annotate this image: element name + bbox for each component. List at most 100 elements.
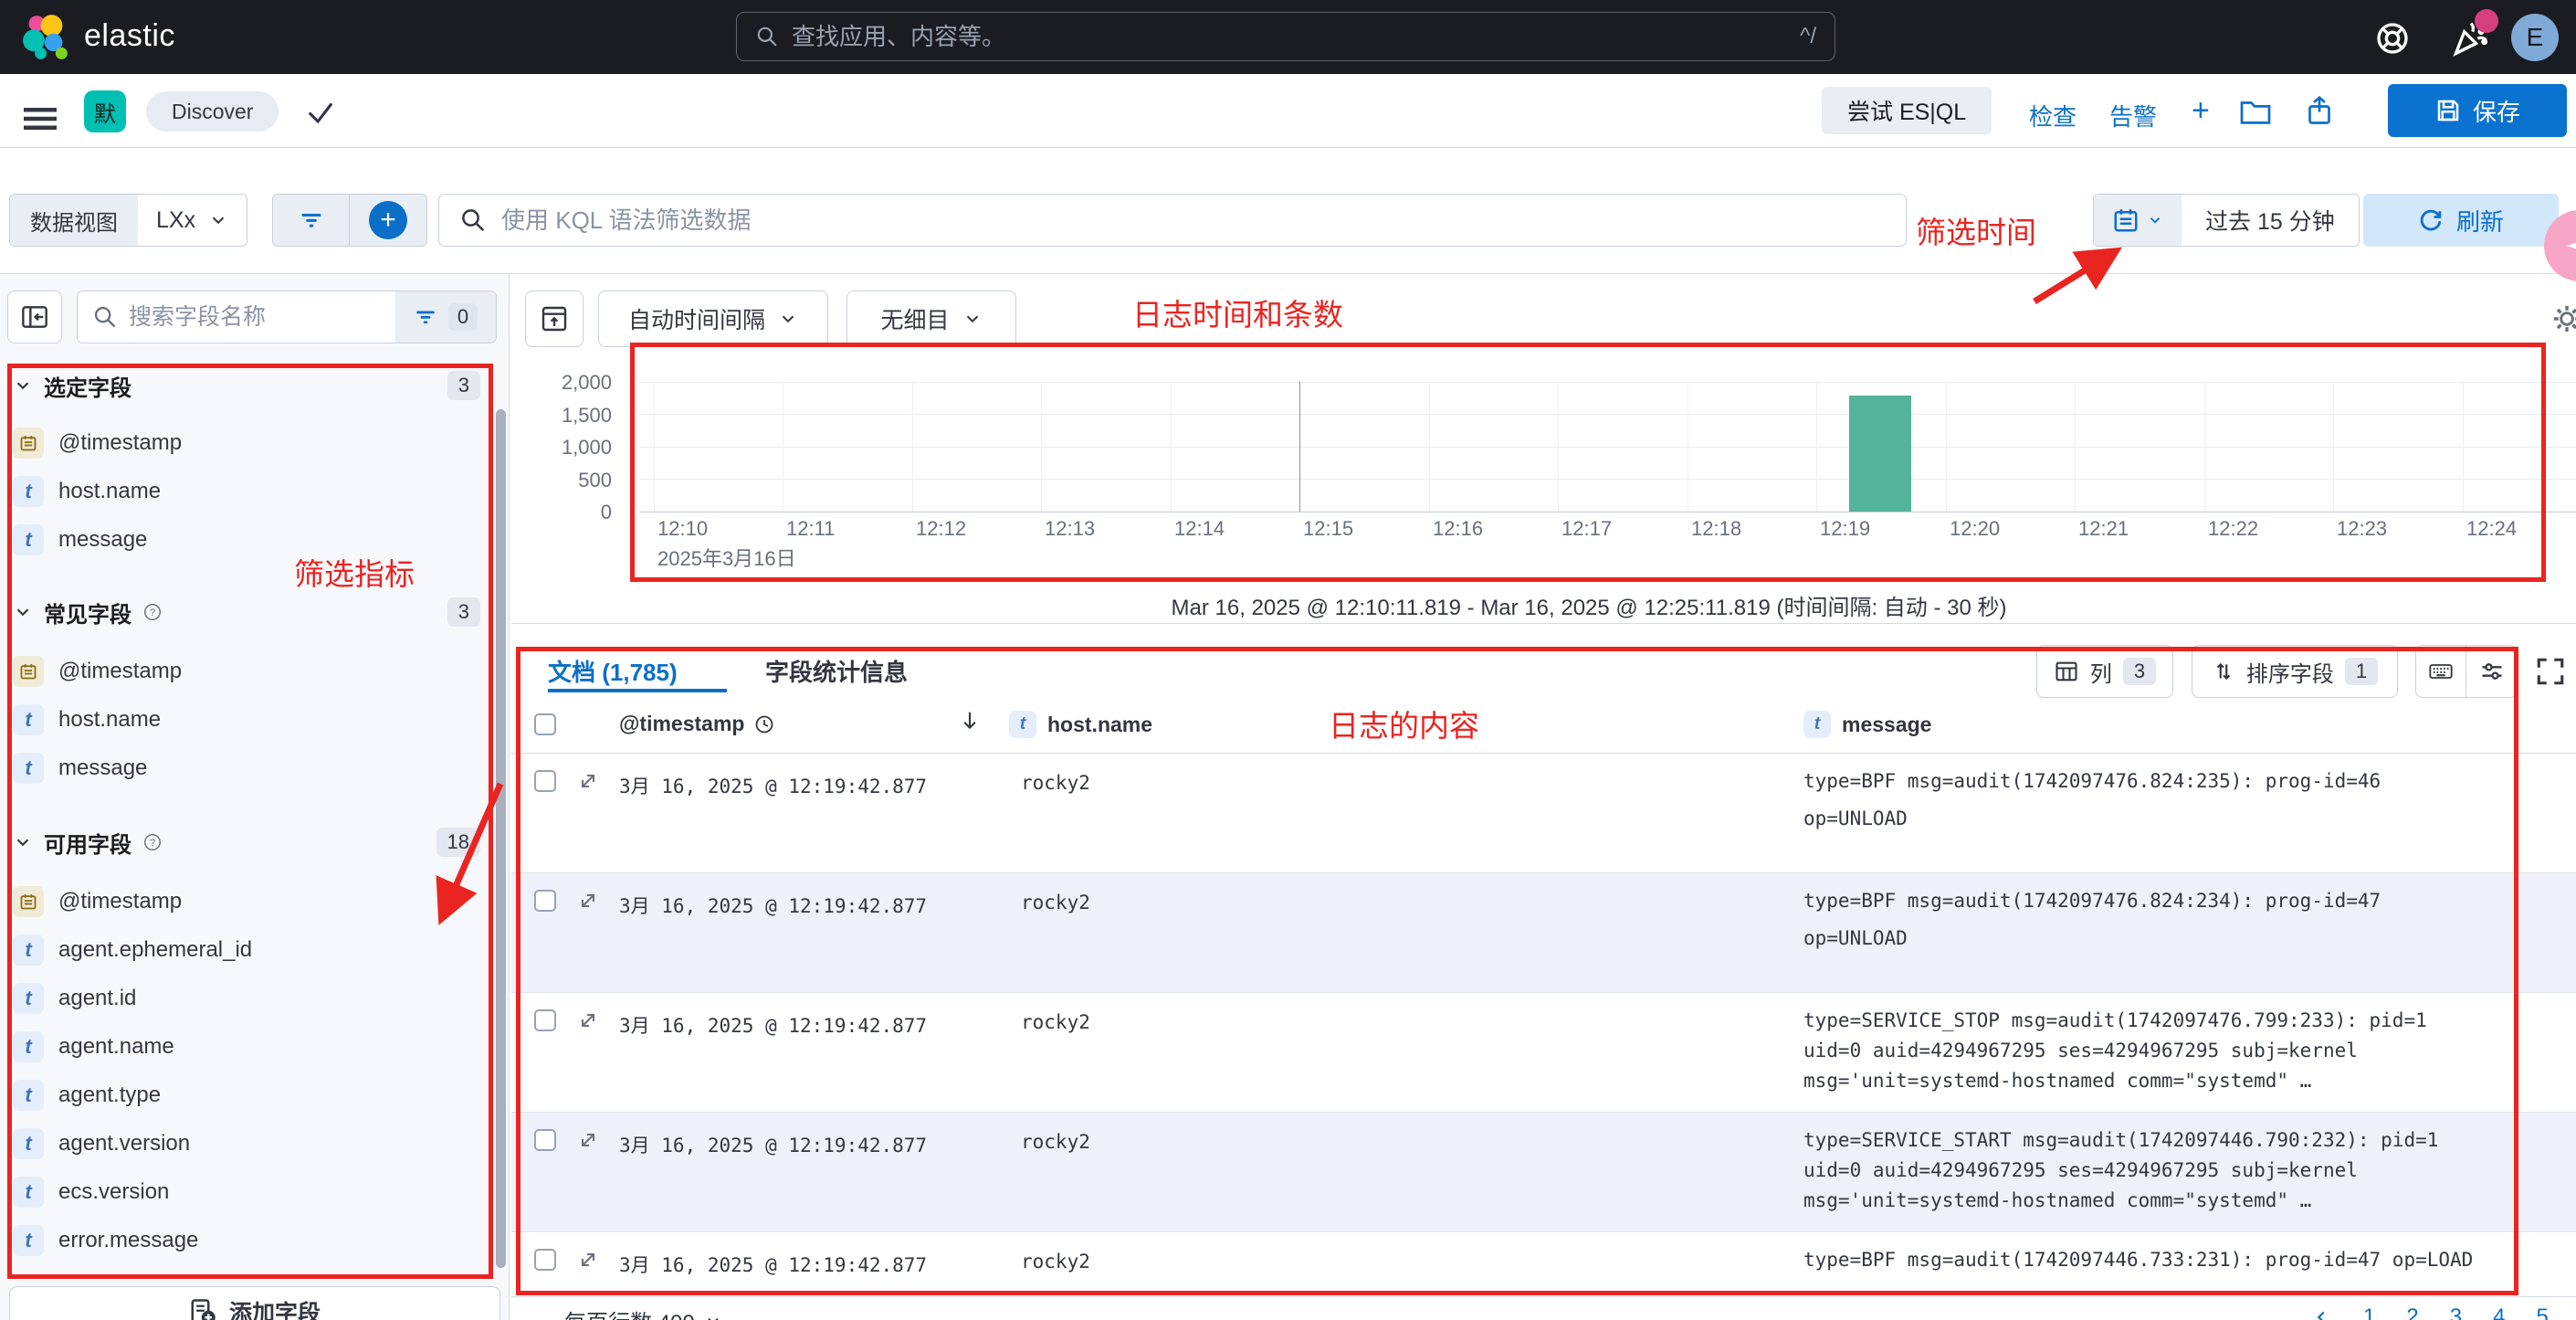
section-available-fields[interactable]: 可用字段 ? 18 xyxy=(13,822,480,862)
field-item[interactable]: t message xyxy=(13,515,469,564)
share-icon[interactable] xyxy=(2303,94,2336,127)
cell-host: rocky2 xyxy=(1021,772,1090,794)
breakdown-dropdown[interactable]: 无细目 xyxy=(846,290,1016,347)
open-folder-icon[interactable] xyxy=(2239,96,2272,129)
column-header-host[interactable]: t host.name xyxy=(1009,711,1152,738)
row-checkbox[interactable] xyxy=(534,1249,556,1271)
expand-document-icon[interactable] xyxy=(577,890,599,912)
sort-fields-button[interactable]: 排序字段 1 xyxy=(2192,645,2398,698)
inspect-link[interactable]: 检查 xyxy=(2029,99,2077,132)
sort-descending-icon[interactable] xyxy=(957,708,983,734)
tab-field-statistics[interactable]: 字段统计信息 xyxy=(765,654,908,688)
table-row[interactable]: 3月 16, 2025 @ 12:19:42.877 rocky2 type=B… xyxy=(511,754,2576,873)
add-filter-button[interactable]: + xyxy=(350,195,426,246)
add-field-button[interactable]: 添加字段 xyxy=(9,1286,500,1320)
plus-circle-icon: + xyxy=(369,201,407,239)
field-item[interactable]: t error.message xyxy=(13,1216,469,1264)
fullscreen-icon[interactable] xyxy=(2535,656,2566,687)
field-item[interactable]: @timestamp xyxy=(13,877,469,925)
time-range-value[interactable]: 过去 15 分钟 xyxy=(2182,195,2359,246)
field-item[interactable]: t message xyxy=(13,744,469,792)
section-popular-fields[interactable]: 常见字段 ? 3 xyxy=(13,592,480,632)
chart-options-gear-icon[interactable] xyxy=(2551,303,2576,334)
data-view-label: 数据视图 xyxy=(10,195,138,246)
chevron-left-icon[interactable] xyxy=(2312,1307,2332,1320)
filter-menu-button[interactable] xyxy=(273,195,350,246)
field-filter-button[interactable]: 0 xyxy=(395,291,496,343)
elastic-logo-icon[interactable] xyxy=(22,13,69,60)
field-item[interactable]: t agent.ephemeral_id xyxy=(13,925,469,974)
field-item[interactable]: t ecs.version xyxy=(13,1167,469,1216)
menu-icon[interactable] xyxy=(24,102,57,135)
sparkle-icon xyxy=(2564,230,2576,261)
table-row[interactable]: 3月 16, 2025 @ 12:19:42.877 rocky2 type=S… xyxy=(511,1113,2576,1232)
chevron-down-icon xyxy=(2147,212,2163,228)
columns-button[interactable]: 列 3 xyxy=(2036,645,2173,698)
column-header-message[interactable]: t message xyxy=(1803,711,1931,738)
row-checkbox[interactable] xyxy=(534,890,556,912)
row-checkbox[interactable] xyxy=(534,1129,556,1151)
try-esql-button[interactable]: 尝试 ES|QL xyxy=(1822,87,1992,134)
kql-query-input[interactable] xyxy=(501,206,1886,235)
expand-document-icon[interactable] xyxy=(577,1009,599,1031)
field-item[interactable]: t agent.name xyxy=(13,1022,469,1071)
cell-timestamp: 3月 16, 2025 @ 12:19:42.877 xyxy=(619,1251,927,1278)
page-number[interactable]: 5 xyxy=(2536,1304,2548,1320)
space-badge[interactable]: 默 xyxy=(84,90,126,132)
row-checkbox[interactable] xyxy=(534,1009,556,1031)
rows-per-page-button[interactable]: 每页行数 400 xyxy=(564,1304,722,1320)
info-icon[interactable]: ? xyxy=(142,832,163,852)
column-header-timestamp[interactable]: @timestamp xyxy=(619,712,775,736)
table-row[interactable]: 3月 16, 2025 @ 12:19:42.877 rocky2 type=B… xyxy=(511,873,2576,993)
table-row[interactable]: 3月 16, 2025 @ 12:19:42.877 rocky2 type=S… xyxy=(511,993,2576,1113)
help-icon[interactable] xyxy=(2374,20,2411,57)
field-search-input[interactable] xyxy=(129,304,395,331)
page-number[interactable]: 2 xyxy=(2406,1304,2418,1320)
news-feed-icon[interactable] xyxy=(2451,18,2491,58)
collapse-chart-button[interactable] xyxy=(525,290,584,347)
cell-host: rocky2 xyxy=(1021,892,1090,913)
breadcrumb[interactable]: Discover xyxy=(146,91,279,132)
page-number[interactable]: 1 xyxy=(2363,1304,2375,1320)
expand-document-icon[interactable] xyxy=(577,1129,599,1151)
page-number[interactable]: 4 xyxy=(2493,1304,2505,1320)
field-item[interactable]: t host.name xyxy=(13,467,469,515)
field-item[interactable]: @timestamp xyxy=(13,647,469,695)
tab-documents[interactable]: 文档 (1,785) xyxy=(548,654,678,688)
field-item[interactable]: t agent.version xyxy=(13,1119,469,1167)
x-axis-tick: 12:13 xyxy=(1045,517,1095,541)
avatar[interactable]: E xyxy=(2511,14,2559,61)
field-item[interactable]: t agent.id xyxy=(13,974,469,1022)
section-count-badge: 18 xyxy=(436,828,480,857)
time-interval-dropdown[interactable]: 自动时间间隔 xyxy=(598,290,828,347)
time-picker-menu-button[interactable] xyxy=(2094,195,2182,246)
refresh-button[interactable]: 刷新 xyxy=(2363,194,2559,247)
global-search-input[interactable] xyxy=(792,23,1800,51)
keyboard-shortcuts-button[interactable] xyxy=(2416,646,2466,697)
collapse-sidebar-button[interactable] xyxy=(7,290,62,343)
save-button[interactable]: 保存 xyxy=(2388,84,2567,137)
field-item[interactable]: t host.name xyxy=(13,695,469,744)
kql-query-box[interactable] xyxy=(438,194,1907,247)
section-selected-fields[interactable]: 选定字段 3 xyxy=(13,365,480,406)
expand-document-icon[interactable] xyxy=(577,1249,599,1271)
field-item[interactable]: @timestamp xyxy=(13,418,469,467)
expand-document-icon[interactable] xyxy=(577,770,599,792)
data-view-value[interactable]: LXx xyxy=(138,195,247,246)
new-session-button[interactable]: + xyxy=(2192,93,2210,129)
field-search-box[interactable]: 0 xyxy=(77,290,497,343)
alerts-link[interactable]: 告警 xyxy=(2109,99,2157,132)
field-item[interactable]: t agent.type xyxy=(13,1071,469,1119)
global-search-box[interactable]: ^/ xyxy=(736,12,1835,61)
sidebar-scrollbar[interactable] xyxy=(496,409,506,1268)
table-row[interactable]: 3月 16, 2025 @ 12:19:42.877 rocky2 type=B… xyxy=(511,1232,2576,1297)
text-field-icon: t xyxy=(13,1225,44,1256)
data-view-picker[interactable]: 数据视图 LXx xyxy=(9,194,247,247)
row-checkbox[interactable] xyxy=(534,770,556,792)
display-options-button[interactable] xyxy=(2466,646,2517,697)
histogram-bar[interactable] xyxy=(1849,396,1911,512)
select-all-checkbox[interactable] xyxy=(534,713,556,735)
field-filter-count-badge: 0 xyxy=(448,303,478,331)
info-icon[interactable]: ? xyxy=(142,602,163,622)
page-number[interactable]: 3 xyxy=(2450,1304,2462,1320)
